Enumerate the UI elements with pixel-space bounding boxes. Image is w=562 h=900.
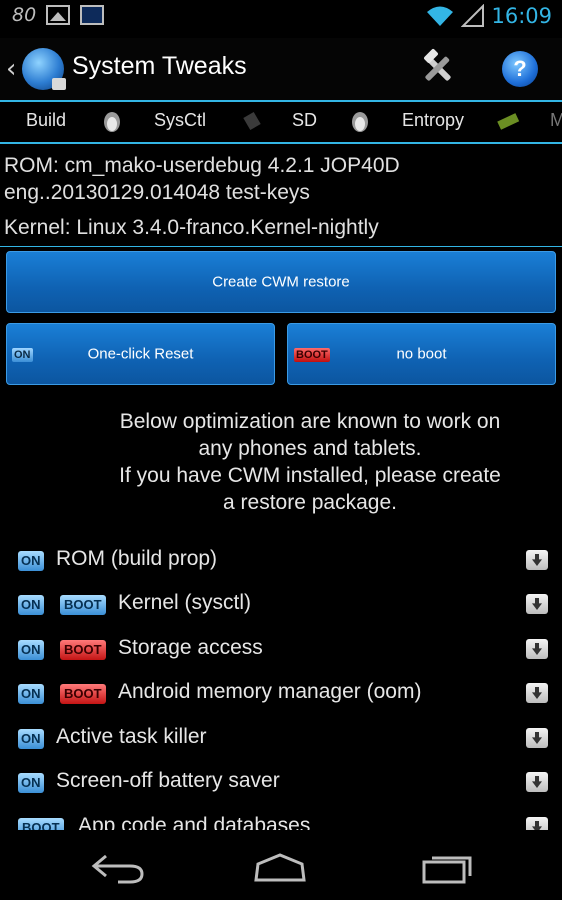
memory-chip-icon — [497, 113, 520, 130]
rom-line-2: eng..20130129.014048 test-keys — [4, 181, 310, 204]
note-line-2: any phones and tablets. — [198, 437, 422, 460]
list-item-label: ROM (build prop) — [56, 547, 218, 570]
tab-build[interactable]: Build — [26, 110, 66, 131]
note-line-3: If you have CWM installed, please create — [119, 464, 501, 487]
navigation-bar — [0, 830, 562, 900]
on-chip[interactable]: ON — [18, 729, 44, 749]
note-line-4: a restore package. — [223, 491, 397, 514]
tab-more[interactable]: M — [550, 110, 562, 131]
tools-icon[interactable] — [418, 48, 458, 88]
download-icon[interactable] — [526, 728, 548, 748]
list-item[interactable]: ON Active task killer — [18, 724, 548, 754]
image-icon — [46, 5, 71, 25]
on-chip[interactable]: ON — [18, 640, 44, 660]
tab-strip: Build SysCtl SD Entropy M — [0, 104, 562, 144]
status-80-text: 80 — [12, 4, 37, 26]
system-tweaks-logo[interactable] — [22, 48, 66, 90]
sd-card-icon — [243, 111, 261, 131]
boot-chip[interactable]: BOOT — [60, 640, 106, 660]
signal-icon — [461, 4, 485, 27]
no-boot-label: no boot — [396, 345, 447, 363]
on-chip[interactable]: ON — [18, 773, 44, 793]
rom-info: ROM: cm_mako-userdebug 4.2.1 JOP40D eng.… — [4, 152, 400, 206]
laptop-icon — [80, 5, 105, 25]
list-item[interactable]: ON Screen-off battery saver — [18, 768, 548, 798]
boot-chip[interactable]: BOOT — [60, 595, 106, 615]
back-icon[interactable] — [90, 852, 146, 884]
linux-penguin-icon — [104, 112, 120, 132]
tab-sysctl[interactable]: SysCtl — [154, 110, 206, 131]
recents-icon[interactable] — [420, 852, 476, 884]
download-icon[interactable] — [526, 639, 548, 659]
home-icon[interactable] — [252, 852, 308, 884]
note-line-1: Below optimization are known to work on — [119, 410, 501, 433]
rom-line-1: ROM: cm_mako-userdebug 4.2.1 JOP40D — [4, 154, 400, 177]
status-left: 80 — [12, 4, 105, 26]
download-icon[interactable] — [526, 772, 548, 792]
info-divider — [0, 246, 562, 247]
tweak-list: ON ROM (build prop) ON BOOT Kernel (sysc… — [0, 540, 562, 830]
download-icon[interactable] — [526, 817, 548, 830]
list-item[interactable]: ON BOOT Storage access — [18, 635, 548, 665]
list-item-label: Storage access — [118, 636, 263, 659]
tab-entropy[interactable]: Entropy — [402, 110, 464, 131]
chevron-left-icon[interactable]: ‹ — [6, 54, 16, 84]
page-title: System Tweaks — [72, 52, 247, 80]
on-chip[interactable]: ON — [18, 595, 44, 615]
help-icon[interactable]: ? — [502, 51, 538, 87]
status-time: 16:09 — [491, 4, 552, 28]
boot-chip[interactable]: BOOT — [60, 684, 106, 704]
list-item-label: Kernel (sysctl) — [118, 591, 252, 614]
kernel-info: Kernel: Linux 3.4.0-franco.Kernel-nightl… — [4, 216, 379, 239]
action-bar: ‹ System Tweaks ? — [0, 38, 562, 102]
download-icon[interactable] — [526, 683, 548, 703]
list-item-label: Screen-off battery saver — [56, 769, 280, 792]
linux-penguin-icon — [352, 112, 368, 132]
create-cwm-label: Create CWM restore — [212, 273, 350, 291]
one-click-reset-button[interactable]: ON One-click Reset — [6, 323, 275, 385]
list-item-label: Active task killer — [56, 725, 207, 748]
list-item[interactable]: ON BOOT Kernel (sysctl) — [18, 590, 548, 620]
download-icon[interactable] — [526, 594, 548, 614]
list-item-label: App code and databases — [78, 814, 311, 830]
list-item-label: Android memory manager (oom) — [118, 680, 422, 703]
status-right: 16:09 — [425, 4, 552, 28]
download-icon[interactable] — [526, 550, 548, 570]
create-cwm-restore-button[interactable]: Create CWM restore — [6, 251, 556, 313]
on-chip[interactable]: ON — [18, 684, 44, 704]
list-item[interactable]: BOOT App code and databases — [18, 813, 548, 830]
list-item[interactable]: ON BOOT Android memory manager (oom) — [18, 679, 548, 709]
list-item[interactable]: ON ROM (build prop) — [18, 546, 548, 576]
optimization-note: Below optimization are known to work on … — [60, 408, 560, 516]
boot-chip[interactable]: BOOT — [18, 818, 64, 830]
tab-sd[interactable]: SD — [292, 110, 317, 131]
wifi-icon — [427, 6, 454, 26]
status-bar: 80 16:09 — [0, 0, 562, 38]
no-boot-button[interactable]: BOOT no boot — [287, 323, 556, 385]
one-click-reset-label: One-click Reset — [87, 345, 194, 363]
on-chip[interactable]: ON — [18, 551, 44, 571]
